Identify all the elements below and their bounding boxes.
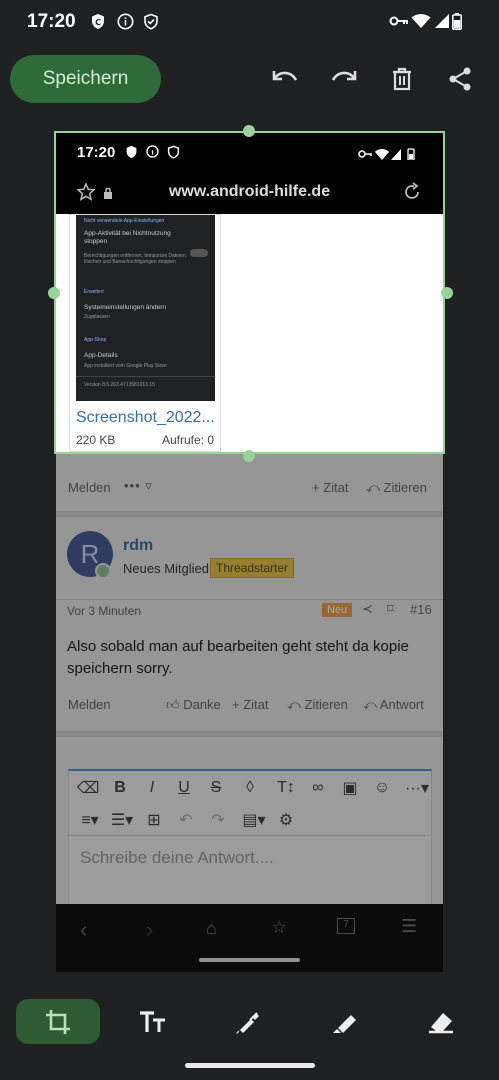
inner-nav-bar: ‹ › ⌂ ☆ 7 ☰ <box>56 904 443 972</box>
bookmark-icon: ⌑ <box>387 601 394 616</box>
username: rdm <box>123 537 154 554</box>
info-icon <box>116 12 134 30</box>
emoji-icon: ☺ <box>373 779 391 796</box>
reply-placeholder: Schreibe deine Antwort.... <box>80 848 274 867</box>
color-icon: ◊ <box>246 779 254 796</box>
eraser-format-icon: ⌫ <box>76 780 100 797</box>
cite-link: ⤺ Zitieren <box>287 697 348 712</box>
undo-icon: ↶ <box>179 812 193 829</box>
reply-link: ⤺ Antwort <box>363 697 424 712</box>
crop-handle-right[interactable] <box>441 287 453 299</box>
delete-icon[interactable] <box>387 64 417 94</box>
report-link: Melden <box>68 480 111 495</box>
inner-home-pill <box>199 958 300 962</box>
more-actions: ••• ▿ <box>124 478 153 493</box>
crop-handle-bottom[interactable] <box>243 450 255 462</box>
crop-handle-left[interactable] <box>48 287 60 299</box>
report-link: Melden <box>68 697 111 712</box>
crop-icon[interactable] <box>30 1001 86 1043</box>
eraser-tool-icon[interactable] <box>413 1001 469 1043</box>
shield-c-icon: C <box>89 12 107 30</box>
svg-text:C: C <box>95 18 101 27</box>
forward-icon: › <box>146 917 154 942</box>
pen-tool-icon[interactable] <box>220 1001 276 1043</box>
post-text: Also sobald man auf bearbeiten geht steh… <box>67 638 409 677</box>
redo-icon: ↷ <box>211 812 225 829</box>
vpn-key-icon <box>389 12 409 30</box>
new-badge: Neu <box>322 603 353 617</box>
save-draft-icon: ▤▾ <box>242 812 266 829</box>
settings-icon: ⚙ <box>278 812 294 829</box>
underline-icon: U <box>178 779 190 796</box>
user-role: Neues Mitglied <box>123 561 209 576</box>
table-icon: ⊞ <box>147 812 161 829</box>
italic-icon: I <box>149 779 155 796</box>
status-time: 17:20 <box>27 11 76 32</box>
shield-check-icon <box>142 12 160 30</box>
screenshot-editor-screen: 17:20 C Speichern 17:20 www.android-hilf… <box>0 0 499 1080</box>
align-icon: ≡▾ <box>81 812 99 829</box>
wifi-icon <box>411 12 431 30</box>
home-indicator[interactable] <box>185 1063 315 1068</box>
more-icon: ···▾ <box>404 780 429 797</box>
favorites-icon: ☆ <box>271 917 288 937</box>
crop-frame[interactable] <box>54 131 445 454</box>
menu-icon: ☰ <box>401 916 418 936</box>
link-icon: ∞ <box>312 779 324 796</box>
strikethrough-icon: S <box>210 779 222 796</box>
battery-icon <box>451 12 463 30</box>
tabs-icon: 7 <box>337 918 355 934</box>
share-icon[interactable] <box>445 64 475 94</box>
thanks-link: 👍︎ Danke <box>166 697 221 712</box>
save-button[interactable]: Speichern <box>10 55 161 103</box>
share-icon: ≺ <box>362 601 373 616</box>
text-tool-icon[interactable] <box>125 1001 181 1043</box>
font-size-icon: T↕ <box>277 779 295 796</box>
signal-icon <box>433 12 451 30</box>
image-icon: ▣ <box>342 780 358 797</box>
cite-link: ⤺ Zitieren <box>366 480 427 495</box>
bold-icon: B <box>114 779 126 796</box>
reply-editor: ⌫ B I U S ◊ T↕ ∞ ▣ ☺ ···▾ ≡▾ ☰▾ ⊞ ↶ ↷ ▤▾… <box>68 769 432 905</box>
back-icon: ‹ <box>80 917 88 942</box>
post-number: #16 <box>410 602 432 617</box>
highlighter-tool-icon[interactable] <box>317 1001 373 1043</box>
undo-icon[interactable] <box>270 64 300 94</box>
threadstarter-badge: Threadstarter <box>210 558 295 578</box>
list-icon: ☰▾ <box>110 812 134 829</box>
crop-handle-top[interactable] <box>243 125 255 137</box>
member-status-icon <box>95 563 111 579</box>
redo-icon[interactable] <box>329 64 359 94</box>
post-time: Vor 3 Minuten <box>67 604 142 618</box>
home-icon: ⌂ <box>206 918 217 938</box>
quote-link: + Zitat <box>312 480 349 495</box>
quote-link: + Zitat <box>232 697 269 712</box>
